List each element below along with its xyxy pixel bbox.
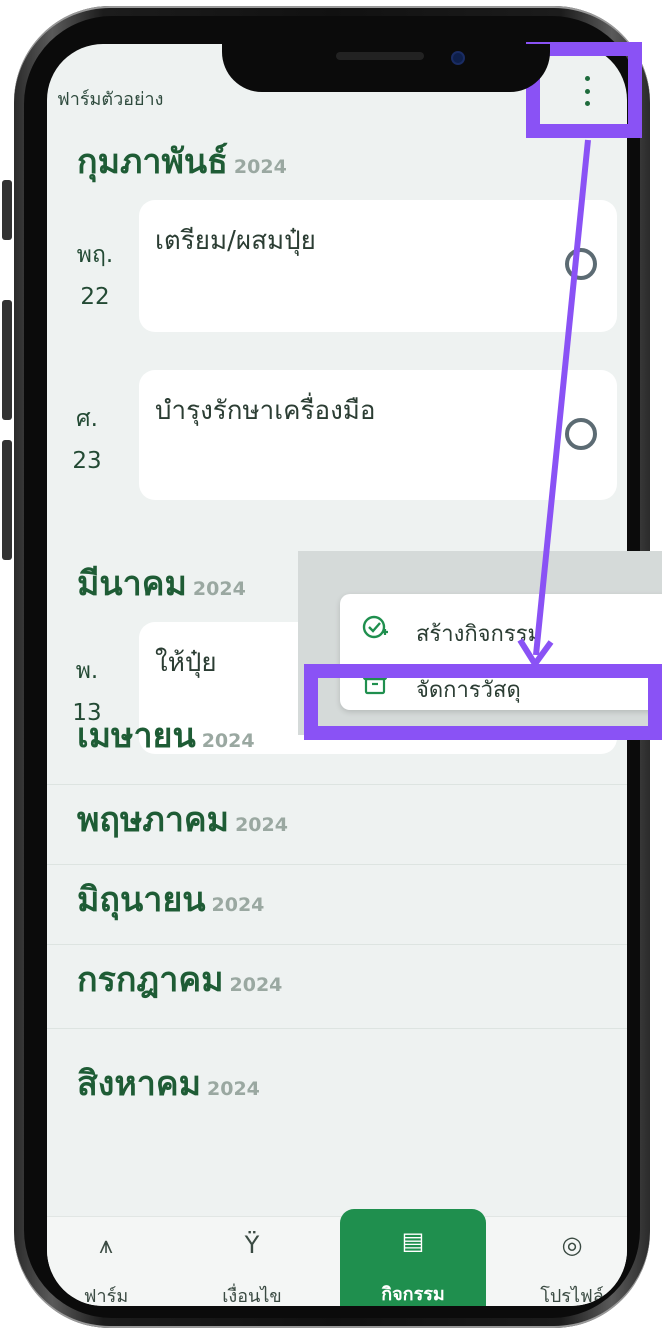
annotation-arrow (517, 139, 591, 667)
speaker-grille (336, 52, 424, 60)
phone-notch (222, 44, 550, 92)
front-camera (451, 51, 465, 65)
